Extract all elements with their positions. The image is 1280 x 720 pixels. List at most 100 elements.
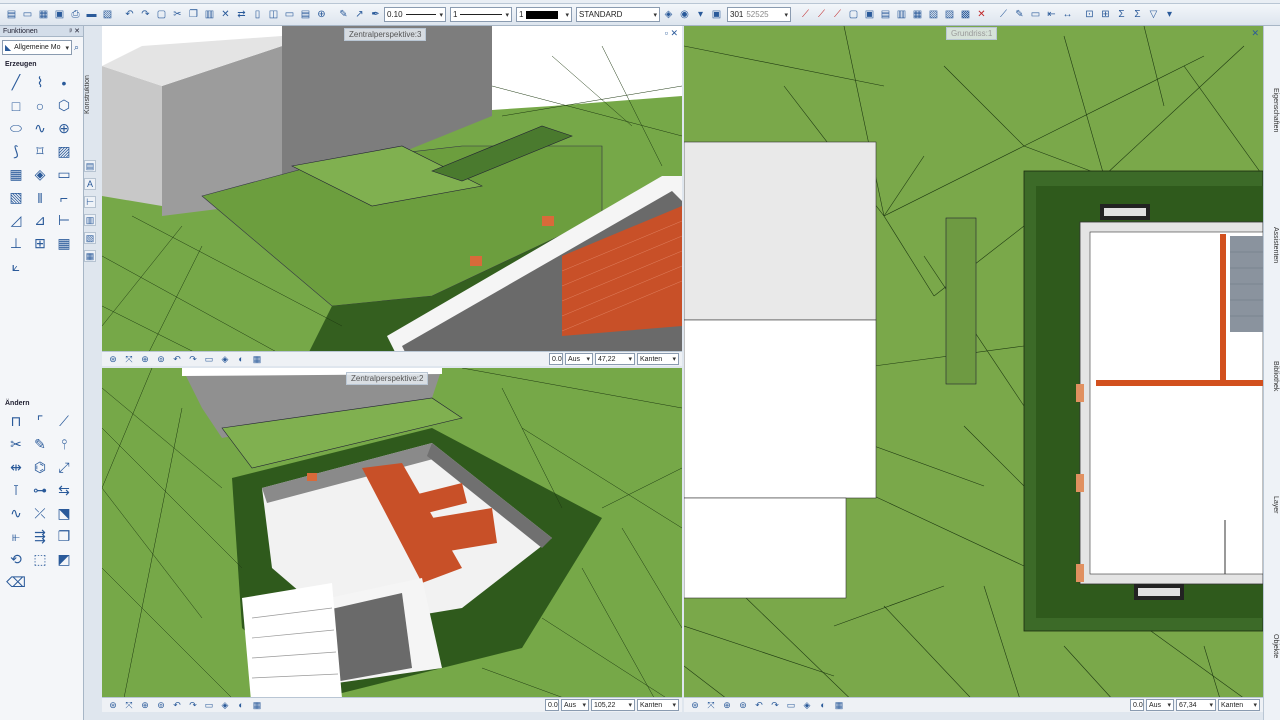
zoom-icon[interactable]: ⊕ [720, 700, 734, 711]
zoom-combo[interactable]: 47,22 ▾ [595, 353, 635, 365]
pan-icon[interactable]: ⊚ [154, 700, 168, 711]
pan-icon[interactable]: ⊚ [736, 700, 750, 711]
redo-icon[interactable]: ↷ [138, 7, 153, 23]
fit-icon[interactable]: ⤧ [122, 354, 136, 365]
area-icon[interactable]: ▤ [878, 7, 893, 23]
window2-icon[interactable]: ▭ [282, 7, 297, 23]
circle-icon[interactable]: ○ [28, 94, 52, 117]
funnel-icon[interactable]: ▽ [1146, 7, 1161, 23]
undo-view-icon[interactable]: ↶ [170, 354, 184, 365]
pan-icon[interactable]: ⊚ [154, 354, 168, 365]
ellipse-icon[interactable]: ⬭ [4, 117, 28, 140]
layers-icon[interactable]: ▤ [4, 7, 19, 23]
layer-combo[interactable]: STANDARD ▾ [576, 7, 660, 22]
trim-icon[interactable]: ⊓ [4, 410, 28, 433]
undo-view-icon[interactable]: ↶ [752, 700, 766, 711]
view-icon[interactable]: ▤ [84, 160, 96, 172]
spline-icon[interactable]: ∿ [28, 117, 52, 140]
align-icon[interactable]: ⫦ [4, 525, 28, 548]
settings-icon[interactable]: ◐ [816, 700, 830, 710]
redo-view-icon[interactable]: ↷ [186, 700, 200, 711]
redo-view-icon[interactable]: ↷ [186, 354, 200, 365]
box-icon[interactable]: ▯ [250, 7, 265, 23]
dimension-icon[interactable]: ⊢ [84, 196, 96, 208]
save-view-icon[interactable]: ▭ [202, 700, 216, 711]
module-combo[interactable]: ◣ Allgemeine Mo ▾ [2, 40, 72, 55]
cut-icon[interactable]: ✂ [170, 7, 185, 23]
dimension-icon[interactable]: ◿ [4, 209, 28, 232]
brush-icon[interactable]: ✎ [1012, 7, 1027, 23]
overview-icon[interactable]: ▨ [942, 7, 957, 23]
modify-icon[interactable]: ⌬ [28, 456, 52, 479]
rotate-icon[interactable]: ⟲ [4, 548, 28, 571]
layout-icon[interactable]: ▦ [910, 7, 925, 23]
offset-modify-icon[interactable]: ⊶ [28, 479, 52, 502]
render-combo[interactable]: Kanten ▾ [637, 699, 679, 711]
redo-view-icon[interactable]: ↷ [768, 700, 782, 711]
tab-assistants[interactable]: Assistenten [1266, 212, 1279, 278]
image-icon[interactable]: ▭ [52, 163, 76, 186]
snap-icon[interactable]: ⊛ [106, 700, 120, 711]
layer-settings-icon[interactable]: ◈ [661, 7, 676, 23]
chamfer-icon[interactable]: ⟋ [52, 410, 76, 433]
object-icon[interactable]: ▥ [894, 7, 909, 23]
filter-icon[interactable]: ⊡ [1082, 7, 1097, 23]
view-icon[interactable]: ▢ [154, 7, 169, 23]
viewport-perspective-2[interactable]: Zentralperspektive:2 ⊛ ⤧ ⊕ ⊚ ↶ ↷ ▭ ◈ ◐ ▦… [102, 368, 682, 712]
pipette-icon[interactable]: ⟋ [996, 7, 1011, 23]
fillet-icon[interactable]: ⌜ [28, 410, 52, 433]
parallel-icon[interactable]: ‖ [28, 186, 52, 209]
zoom-icon[interactable]: ⊕ [314, 7, 329, 23]
table-icon[interactable]: ▦ [52, 232, 76, 255]
render-combo[interactable]: Kanten ▾ [1218, 699, 1260, 711]
mode-combo[interactable]: Aus ▾ [1146, 699, 1174, 711]
wave-icon[interactable]: ∿ [4, 502, 28, 525]
join-icon[interactable]: ⊺ [4, 479, 28, 502]
close-viewport-icon[interactable]: ✕ [1251, 28, 1259, 39]
camera-icon[interactable]: ◈ [800, 700, 814, 711]
grid-view-icon[interactable]: ▦ [250, 700, 264, 711]
pen-icon[interactable]: ✒ [368, 7, 383, 23]
grid-view-icon[interactable]: ▦ [832, 700, 846, 711]
polygon-icon[interactable]: ⬡ [52, 94, 76, 117]
snap-icon[interactable]: ⊛ [106, 354, 120, 365]
fit-icon[interactable]: ⤧ [122, 700, 136, 711]
zoom-icon[interactable]: ⊕ [138, 700, 152, 711]
cross-icon[interactable]: ⤫ [28, 502, 52, 525]
line-color-combo[interactable]: 1 ▾ [516, 7, 572, 22]
mode-combo[interactable]: Aus ▾ [561, 699, 589, 711]
save-view-icon[interactable]: ▭ [784, 700, 798, 711]
open-icon[interactable]: ▭ [20, 7, 35, 23]
point-icon[interactable]: • [52, 71, 76, 94]
extend-icon[interactable]: ⤢ [52, 456, 76, 479]
tab-library[interactable]: Bibliothek [1266, 348, 1279, 404]
sum-icon[interactable]: Σ [1114, 7, 1129, 23]
tab-objects[interactable]: Objekte [1266, 626, 1279, 666]
tab-layer[interactable]: Layer [1266, 492, 1279, 518]
angle-field[interactable]: 0.0 [1130, 699, 1144, 711]
snap-line-icon[interactable]: ⟋ [814, 7, 829, 23]
zoom-combo[interactable]: 105,22 ▾ [591, 699, 635, 711]
camera-icon[interactable]: ◈ [218, 700, 232, 711]
sigma-icon[interactable]: Σ [1130, 7, 1145, 23]
shape-icon[interactable]: ⟆ [4, 140, 28, 163]
angle-field[interactable]: 0.0 [545, 699, 559, 711]
undo-view-icon[interactable]: ↶ [170, 700, 184, 711]
edit-icon[interactable]: ✎ [28, 433, 52, 456]
window-icon[interactable]: ▣ [52, 7, 67, 23]
export-icon[interactable]: ▬ [84, 7, 99, 23]
camera-icon[interactable]: ◈ [218, 354, 232, 365]
pattern-icon[interactable]: ▦ [4, 163, 28, 186]
erase-icon[interactable]: ⌫ [4, 571, 28, 594]
tab-properties[interactable]: Eigenschaften [1266, 72, 1279, 148]
angle-field[interactable]: 0.0 [549, 353, 563, 365]
pick-icon[interactable]: ↗ [352, 7, 367, 23]
match-icon[interactable]: ⇄ [234, 7, 249, 23]
hatch-icon[interactable]: ▨ [52, 140, 76, 163]
plan-element-icon[interactable]: ▣ [709, 7, 724, 23]
dimension-angle-icon[interactable]: ⊿ [28, 209, 52, 232]
line-icon[interactable]: ╱ [4, 71, 28, 94]
color-icon[interactable]: ◩ [52, 548, 76, 571]
viewport-perspective-3[interactable]: Zentralperspektive:3 ▫ ✕ ⊛ ⤧ ⊕ ⊚ ↶ ↷ ▭ ◈… [102, 26, 682, 366]
copy-icon[interactable]: ❐ [186, 7, 201, 23]
